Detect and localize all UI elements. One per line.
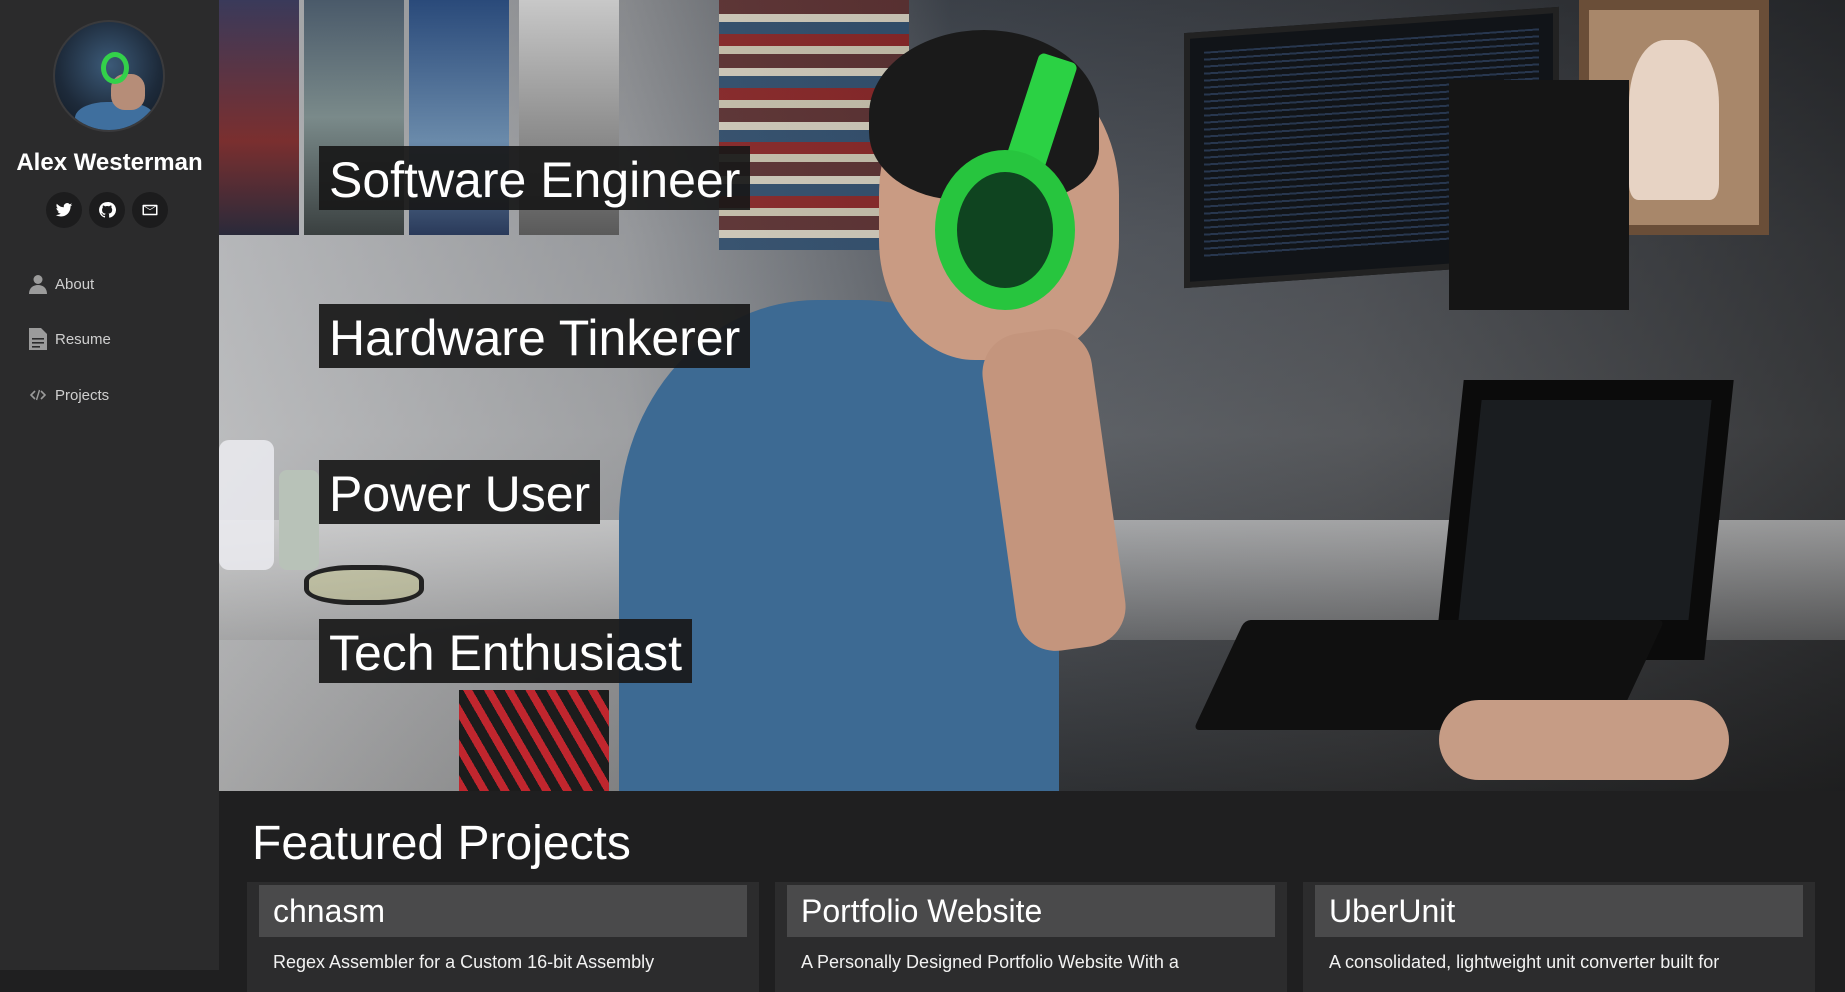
project-title[interactable]: UberUnit bbox=[1315, 885, 1803, 937]
headphones bbox=[935, 150, 1075, 310]
chair bbox=[459, 690, 609, 791]
mail-icon bbox=[142, 204, 158, 216]
project-card[interactable]: chnasm Regex Assembler for a Custom 16-b… bbox=[247, 882, 759, 992]
person-icon bbox=[28, 273, 48, 295]
glasses bbox=[304, 565, 424, 605]
nav-about-label: About bbox=[55, 275, 95, 293]
nav-about[interactable]: About bbox=[28, 270, 94, 298]
project-title[interactable]: Portfolio Website bbox=[787, 885, 1275, 937]
twitter-icon bbox=[55, 203, 73, 217]
github-icon bbox=[99, 202, 116, 218]
project-card[interactable]: UberUnit A consolidated, lightweight uni… bbox=[1303, 882, 1815, 992]
profile-name: Alex Westerman bbox=[16, 149, 203, 176]
tagline: Tech Enthusiast bbox=[319, 619, 692, 683]
nav-projects-label: Projects bbox=[55, 386, 110, 404]
project-card[interactable]: Portfolio Website A Personally Designed … bbox=[775, 882, 1287, 992]
document-icon bbox=[28, 328, 48, 350]
code-icon bbox=[28, 384, 48, 406]
person-hand bbox=[1439, 700, 1729, 780]
poster-image bbox=[219, 0, 299, 235]
nav-projects[interactable]: Projects bbox=[28, 381, 109, 409]
tagline: Software Engineer bbox=[319, 146, 751, 210]
project-title[interactable]: chnasm bbox=[259, 885, 747, 937]
laptop bbox=[1434, 380, 1734, 660]
github-button[interactable] bbox=[89, 192, 125, 228]
monitor bbox=[1449, 80, 1629, 310]
twitter-button[interactable] bbox=[46, 192, 82, 228]
bottle bbox=[279, 470, 319, 570]
hero-banner: Software Engineer Hardware Tinkerer Powe… bbox=[219, 0, 1845, 791]
email-button[interactable] bbox=[132, 192, 168, 228]
bottle bbox=[219, 440, 274, 570]
nav-resume-label: Resume bbox=[55, 330, 111, 348]
avatar bbox=[53, 20, 165, 132]
nav-resume[interactable]: Resume bbox=[28, 325, 111, 353]
tagline: Power User bbox=[319, 460, 601, 524]
section-title: Featured Projects bbox=[252, 817, 631, 870]
sidebar: Alex Westerman About Resume Projects bbox=[0, 0, 219, 970]
tagline: Hardware Tinkerer bbox=[319, 304, 751, 368]
